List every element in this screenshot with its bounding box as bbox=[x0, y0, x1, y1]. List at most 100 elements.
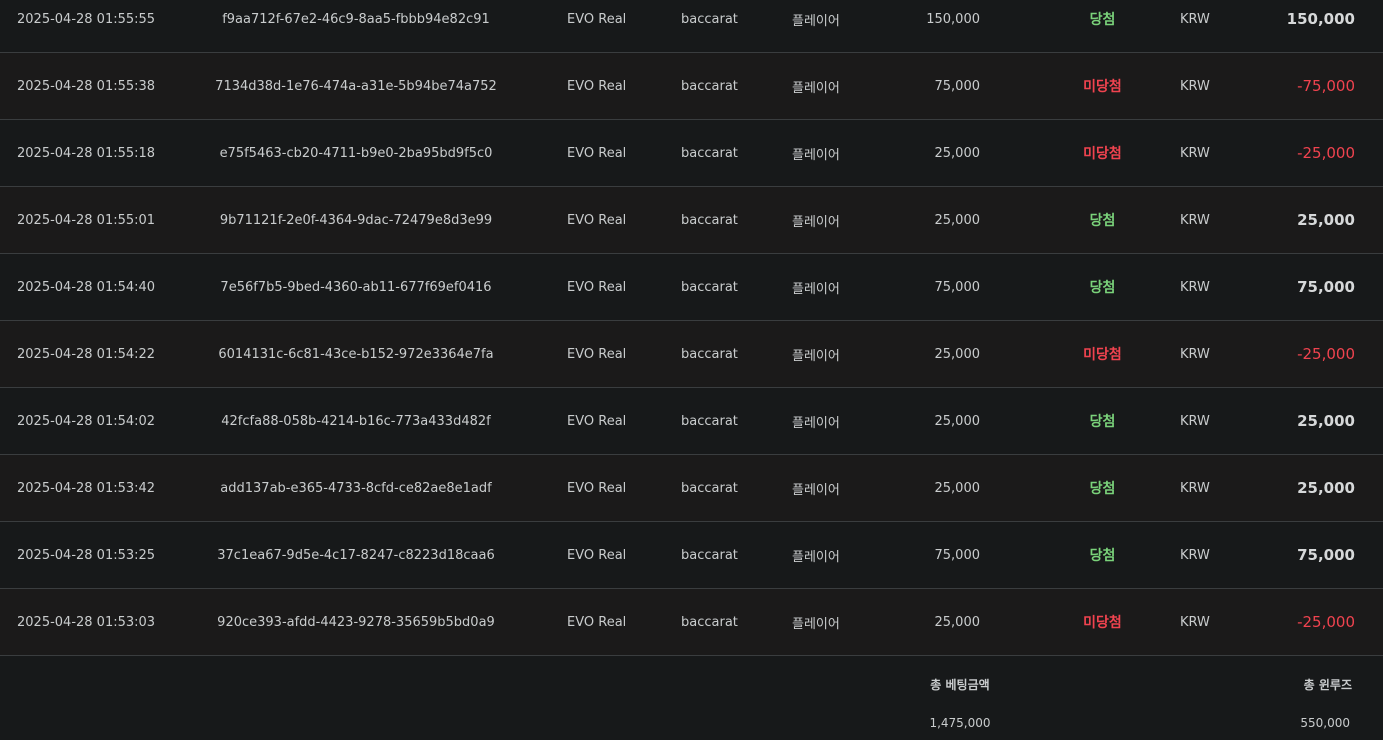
win-loss-amount: 75,000 bbox=[1297, 278, 1355, 296]
win-loss-amount: 25,000 bbox=[1297, 479, 1355, 497]
round-id: add137ab-e365-4733-8cfd-ce82ae8e1adf bbox=[220, 480, 492, 496]
currency: KRW bbox=[1180, 346, 1210, 362]
bet-amount: 75,000 bbox=[934, 78, 981, 94]
game-provider: EVO Real bbox=[567, 279, 627, 295]
table-row[interactable]: 2025-04-28 01:55:18 e75f5463-cb20-4711-b9… bbox=[0, 120, 1383, 187]
bet-amount: 75,000 bbox=[934, 547, 981, 563]
game-provider: EVO Real bbox=[567, 346, 627, 362]
game-provider: EVO Real bbox=[567, 11, 627, 27]
bet-time: 2025-04-28 01:53:03 bbox=[17, 614, 156, 630]
win-loss-amount: -25,000 bbox=[1297, 144, 1355, 162]
bet-amount: 25,000 bbox=[934, 480, 981, 496]
bet-target: 플레이어 bbox=[792, 80, 840, 96]
table-row[interactable]: 2025-04-28 01:53:42 add137ab-e365-4733-8c… bbox=[0, 455, 1383, 522]
bet-target: 플레이어 bbox=[792, 549, 840, 565]
game-provider: EVO Real bbox=[567, 480, 627, 496]
game-provider: EVO Real bbox=[567, 145, 627, 161]
bet-result: 미당첨 bbox=[1083, 79, 1122, 95]
bet-target: 플레이어 bbox=[792, 214, 840, 230]
bet-target: 플레이어 bbox=[792, 348, 840, 364]
game-name: baccarat bbox=[681, 78, 738, 94]
bet-time: 2025-04-28 01:54:22 bbox=[17, 346, 156, 362]
bet-time: 2025-04-28 01:55:18 bbox=[17, 145, 156, 161]
game-name: baccarat bbox=[681, 11, 738, 27]
bet-result: 미당첨 bbox=[1083, 615, 1122, 631]
currency: KRW bbox=[1180, 614, 1210, 630]
bet-target: 플레이어 bbox=[792, 482, 840, 498]
bet-result: 당첨 bbox=[1089, 481, 1116, 497]
round-id: 920ce393-afdd-4423-9278-35659b5bd0a9 bbox=[217, 614, 495, 630]
bet-time: 2025-04-28 01:55:38 bbox=[17, 78, 156, 94]
currency: KRW bbox=[1180, 413, 1210, 429]
game-name: baccarat bbox=[681, 279, 738, 295]
total-winloss-label: 총 윈루즈 bbox=[1303, 678, 1352, 692]
win-loss-amount: 25,000 bbox=[1297, 412, 1355, 430]
currency: KRW bbox=[1180, 480, 1210, 496]
bet-time: 2025-04-28 01:53:25 bbox=[17, 547, 156, 563]
bet-target: 플레이어 bbox=[792, 281, 840, 297]
bet-history-table: 2025-04-28 01:55:55 f9aa712f-67e2-46c9-8a… bbox=[0, 0, 1383, 740]
game-provider: EVO Real bbox=[567, 547, 627, 563]
round-id: 9b71121f-2e0f-4364-9dac-72479e8d3e99 bbox=[219, 212, 493, 228]
win-loss-amount: -25,000 bbox=[1297, 345, 1355, 363]
table-row[interactable]: 2025-04-28 01:54:02 42fcfa88-058b-4214-b1… bbox=[0, 388, 1383, 455]
table-row[interactable]: 2025-04-28 01:53:25 37c1ea67-9d5e-4c17-82… bbox=[0, 522, 1383, 589]
bet-amount: 25,000 bbox=[934, 413, 981, 429]
round-id: 6014131c-6c81-43ce-b152-972e3364e7fa bbox=[218, 346, 494, 362]
currency: KRW bbox=[1180, 11, 1210, 27]
bet-amount: 25,000 bbox=[934, 346, 981, 362]
game-provider: EVO Real bbox=[567, 413, 627, 429]
game-provider: EVO Real bbox=[567, 212, 627, 228]
total-bet-label: 총 베팅금액 bbox=[930, 678, 990, 692]
bet-amount: 25,000 bbox=[934, 212, 981, 228]
bet-result: 당첨 bbox=[1089, 12, 1116, 28]
bet-amount: 75,000 bbox=[934, 279, 981, 295]
win-loss-amount: -25,000 bbox=[1297, 613, 1355, 631]
game-name: baccarat bbox=[681, 614, 738, 630]
bet-amount: 25,000 bbox=[934, 145, 981, 161]
bet-result: 당첨 bbox=[1089, 414, 1116, 430]
table-row[interactable]: 2025-04-28 01:55:38 7134d38d-1e76-474a-a3… bbox=[0, 53, 1383, 120]
bet-target: 플레이어 bbox=[792, 13, 840, 29]
total-bet-value: 1,475,000 bbox=[929, 716, 991, 730]
table-row[interactable]: 2025-04-28 01:55:01 9b71121f-2e0f-4364-9d… bbox=[0, 187, 1383, 254]
round-id: 7134d38d-1e76-474a-a31e-5b94be74a752 bbox=[215, 78, 497, 94]
game-name: baccarat bbox=[681, 212, 738, 228]
bet-result: 당첨 bbox=[1089, 548, 1116, 564]
bet-result: 당첨 bbox=[1089, 213, 1116, 229]
bet-amount: 150,000 bbox=[926, 11, 980, 27]
round-id: f9aa712f-67e2-46c9-8aa5-fbbb94e82c91 bbox=[222, 11, 490, 27]
game-name: baccarat bbox=[681, 346, 738, 362]
round-id: e75f5463-cb20-4711-b9e0-2ba95bd9f5c0 bbox=[219, 145, 493, 161]
round-id: 7e56f7b5-9bed-4360-ab11-677f69ef0416 bbox=[220, 279, 492, 295]
table-body: 2025-04-28 01:55:55 f9aa712f-67e2-46c9-8a… bbox=[0, 0, 1383, 656]
game-name: baccarat bbox=[681, 145, 738, 161]
win-loss-amount: 75,000 bbox=[1297, 546, 1355, 564]
bet-time: 2025-04-28 01:55:55 bbox=[17, 11, 156, 27]
game-name: baccarat bbox=[681, 480, 738, 496]
table-row[interactable]: 2025-04-28 01:55:55 f9aa712f-67e2-46c9-8a… bbox=[0, 0, 1383, 53]
bet-time: 2025-04-28 01:55:01 bbox=[17, 212, 156, 228]
bet-time: 2025-04-28 01:54:02 bbox=[17, 413, 156, 429]
bet-target: 플레이어 bbox=[792, 147, 840, 163]
game-name: baccarat bbox=[681, 547, 738, 563]
win-loss-amount: 150,000 bbox=[1286, 10, 1355, 28]
bet-result: 미당첨 bbox=[1083, 146, 1122, 162]
currency: KRW bbox=[1180, 145, 1210, 161]
currency: KRW bbox=[1180, 547, 1210, 563]
total-winloss-value: 550,000 bbox=[1300, 716, 1350, 730]
table-row[interactable]: 2025-04-28 01:54:40 7e56f7b5-9bed-4360-ab… bbox=[0, 254, 1383, 321]
win-loss-amount: -75,000 bbox=[1297, 77, 1355, 95]
win-loss-amount: 25,000 bbox=[1297, 211, 1355, 229]
table-footer-totals: 총 베팅금액 1,475,000 총 윈루즈 550,000 bbox=[0, 656, 1383, 740]
table-row[interactable]: 2025-04-28 01:54:22 6014131c-6c81-43ce-b1… bbox=[0, 321, 1383, 388]
game-name: baccarat bbox=[681, 413, 738, 429]
bet-result: 미당첨 bbox=[1083, 347, 1122, 363]
table-row[interactable]: 2025-04-28 01:53:03 920ce393-afdd-4423-92… bbox=[0, 589, 1383, 656]
currency: KRW bbox=[1180, 212, 1210, 228]
game-provider: EVO Real bbox=[567, 78, 627, 94]
currency: KRW bbox=[1180, 78, 1210, 94]
round-id: 42fcfa88-058b-4214-b16c-773a433d482f bbox=[221, 413, 491, 429]
bet-amount: 25,000 bbox=[934, 614, 981, 630]
bet-result: 당첨 bbox=[1089, 280, 1116, 296]
